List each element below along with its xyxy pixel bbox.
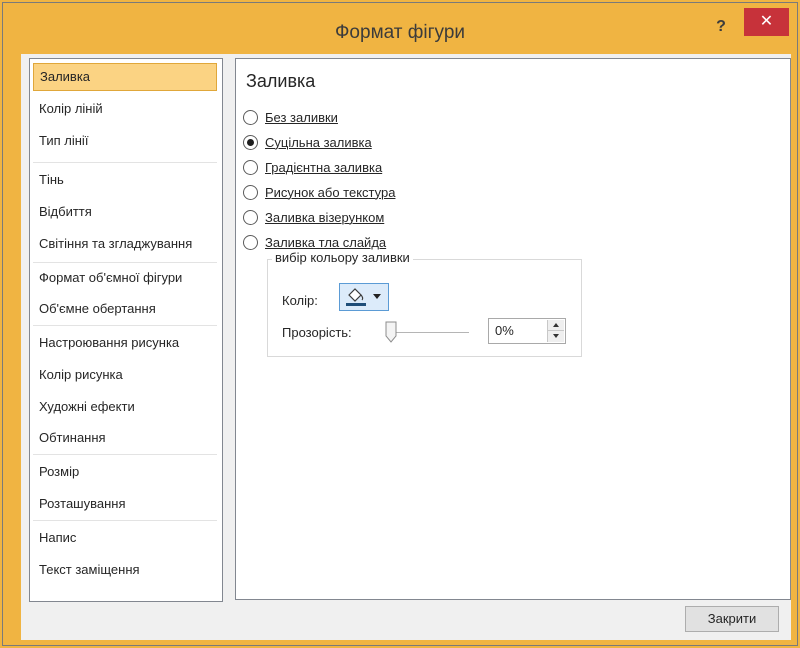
transparency-spinbox[interactable]: 0% [488, 318, 566, 344]
chevron-down-icon [373, 294, 381, 299]
sidebar-item-glow-soft-edges[interactable]: Світіння та згладжування [33, 230, 217, 258]
radio-label: Рисунок або текстура [265, 185, 396, 200]
group-legend: вибір кольору заливки [272, 250, 413, 265]
transparency-value[interactable]: 0% [495, 323, 514, 338]
spin-up-button[interactable] [548, 320, 564, 331]
sidebar-item-line-style[interactable]: Тип лінії [33, 127, 217, 155]
sidebar-divider [33, 262, 217, 263]
sidebar-item-text-box[interactable]: Напис [33, 524, 217, 552]
radio-button[interactable] [243, 210, 258, 225]
sidebar-item-fill[interactable]: Заливка [33, 63, 217, 91]
fill-color-dropdown[interactable] [339, 283, 389, 311]
panel-title: Заливка [246, 71, 316, 91]
close-window-button[interactable]: ✕ [744, 8, 789, 36]
radio-button[interactable] [243, 110, 258, 125]
radio-label: Заливка візерунком [265, 210, 385, 225]
title-bar: Формат фігури ? ✕ [10, 8, 790, 54]
radio-button[interactable] [243, 160, 258, 175]
sidebar-nav: Заливка Колір ліній Тип лінії Тінь Відби… [29, 58, 223, 602]
sidebar-item-3d-format[interactable]: Формат об'ємної фігури [33, 264, 217, 292]
dialog-client: Заливка Колір ліній Тип лінії Тінь Відби… [21, 54, 791, 640]
color-label: Колір: [282, 293, 318, 308]
fill-panel: Заливка Без заливки Суцільна заливка Гра… [235, 58, 791, 600]
dialog-title: Формат фігури [334, 22, 466, 43]
sidebar-item-3d-rotation[interactable]: Об'ємне обертання [33, 295, 217, 323]
radio-label: Градієнтна заливка [265, 160, 383, 175]
sidebar-divider [33, 520, 217, 521]
transparency-slider-thumb[interactable] [385, 321, 397, 343]
transparency-slider-track[interactable] [389, 332, 469, 333]
spin-buttons [547, 320, 564, 342]
sidebar-divider [33, 162, 217, 163]
close-button[interactable]: Закрити [685, 606, 779, 632]
sidebar-item-line-color[interactable]: Колір ліній [33, 95, 217, 123]
dialog-window: Формат фігури ? ✕ Заливка Колір ліній Ти… [0, 0, 800, 648]
sidebar-item-picture-color[interactable]: Колір рисунка [33, 361, 217, 389]
sidebar-divider [33, 325, 217, 326]
help-button[interactable]: ? [707, 14, 735, 42]
radio-button[interactable] [243, 235, 258, 250]
sidebar-item-reflection[interactable]: Відбиття [33, 198, 217, 226]
transparency-label: Прозорість: [282, 325, 352, 340]
radio-button[interactable] [243, 185, 258, 200]
sidebar-item-shadow[interactable]: Тінь [33, 166, 217, 194]
sidebar-item-position[interactable]: Розташування [33, 490, 217, 518]
sidebar-divider [33, 454, 217, 455]
sidebar-item-alt-text[interactable]: Текст заміщення [33, 556, 217, 584]
sidebar-item-picture-corrections[interactable]: Настроювання рисунка [33, 329, 217, 357]
spin-down-button[interactable] [548, 331, 564, 342]
radio-label: Суцільна заливка [265, 135, 372, 150]
sidebar-item-artistic-effects[interactable]: Художні ефекти [33, 393, 217, 421]
paint-bucket-icon [346, 288, 366, 306]
radio-label: Без заливки [265, 110, 338, 125]
fill-color-group: вибір кольору заливки Колір: Прозорість: [267, 250, 582, 357]
radio-button-checked[interactable] [243, 135, 258, 150]
sidebar-item-size[interactable]: Розмір [33, 458, 217, 486]
sidebar-item-crop[interactable]: Обтинання [33, 424, 217, 452]
